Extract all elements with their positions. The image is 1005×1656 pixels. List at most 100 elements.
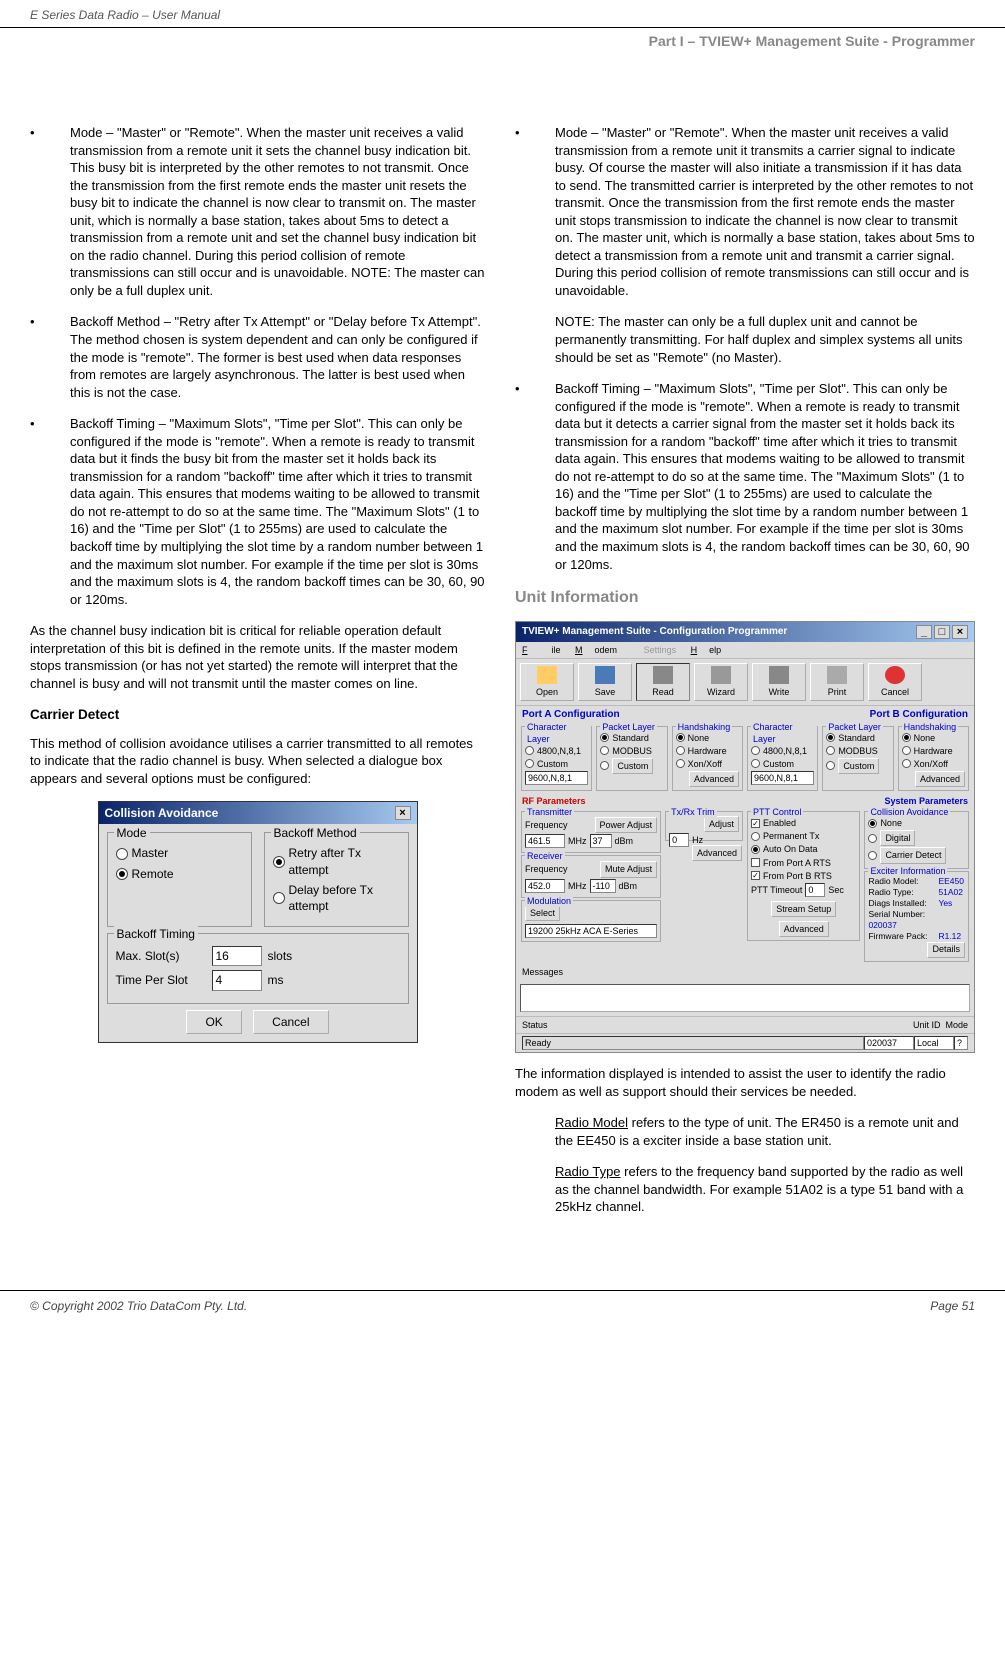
close-icon[interactable]: × — [952, 625, 968, 639]
receiver-group: Receiver Frequency Mute Adjust 452.0 MHz… — [521, 855, 661, 897]
radio-xonxoff[interactable]: Xon/Xoff — [676, 758, 739, 770]
bullet-text: Mode – "Master" or "Remote". When the ma… — [555, 124, 975, 299]
unit-information-heading: Unit Information — [515, 587, 975, 609]
collision-avoidance-group: Collision Avoidance None Digital Carrier… — [864, 811, 969, 868]
stream-setup-button[interactable]: Stream Setup — [771, 901, 836, 917]
select-button[interactable]: Select — [525, 905, 560, 921]
advanced-button[interactable]: Advanced — [915, 771, 965, 787]
txrx-trim-group: Tx/Rx Trim Adjust 0Hz — [665, 811, 743, 841]
ptt-control-group: PTT Control ✓Enabled Permanent Tx Auto O… — [747, 811, 860, 941]
menu-help[interactable]: Help — [691, 645, 722, 655]
modulation-display: 19200 25kHz ACA E-Series — [525, 924, 657, 938]
dialog-title: Collision Avoidance — [105, 805, 219, 821]
radio-4800[interactable]: 4800,N,8,1 — [525, 745, 588, 757]
cancel-button[interactable]: Cancel — [253, 1010, 328, 1034]
paragraph: Radio Type refers to the frequency band … — [515, 1163, 975, 1216]
unit-label: ms — [268, 972, 284, 988]
ptt-timeout-input[interactable]: 0 — [805, 883, 825, 897]
radio-custom[interactable]: Custom — [600, 758, 663, 774]
maxslots-label: Max. Slot(s) — [116, 948, 206, 964]
page-number: Page 51 — [930, 1299, 975, 1313]
tps-input[interactable]: 4 — [212, 970, 262, 990]
radio-remote[interactable]: Remote — [116, 866, 243, 882]
tx-freq-input[interactable]: 461.5 — [525, 834, 565, 848]
paragraph: This method of collision avoidance utili… — [30, 735, 485, 788]
tps-label: Time Per Slot — [116, 972, 206, 988]
radio-modbus[interactable]: MODBUS — [600, 745, 663, 757]
save-button[interactable]: Save — [578, 663, 632, 701]
open-button[interactable]: Open — [520, 663, 574, 701]
right-column: • Mode – "Master" or "Remote". When the … — [515, 124, 975, 1230]
bullet-text: Backoff Timing – "Maximum Slots", "Time … — [555, 380, 975, 573]
write-button[interactable]: Write — [752, 663, 806, 701]
bullet-item: • Mode – "Master" or "Remote". When the … — [30, 124, 485, 299]
port-a-header: Port A Configuration — [522, 708, 620, 722]
adjust-button[interactable]: Adjust — [704, 816, 739, 832]
maximize-icon[interactable]: □ — [934, 625, 950, 639]
status-bar-values: Ready 020037 Local ? — [516, 1033, 974, 1052]
details-button[interactable]: Details — [927, 942, 965, 958]
power-adjust-button[interactable]: Power Adjust — [595, 817, 658, 833]
radio-hardware[interactable]: Hardware — [676, 745, 739, 757]
advanced-button[interactable]: Advanced — [692, 845, 742, 861]
ok-button[interactable]: OK — [186, 1010, 241, 1034]
radio-standard[interactable]: Standard — [600, 732, 663, 744]
doc-title: E Series Data Radio – User Manual — [30, 8, 220, 22]
menu-file[interactable]: File — [522, 645, 561, 655]
close-icon[interactable]: × — [395, 806, 411, 820]
page-footer: © Copyright 2002 Trio DataCom Pty. Ltd. … — [0, 1290, 1005, 1321]
radio-custom[interactable]: Custom — [525, 758, 588, 770]
tview-app-screenshot: TVIEW+ Management Suite - Configuration … — [515, 621, 975, 1053]
char-input[interactable]: 9600,N,8,1 — [751, 771, 814, 785]
minimize-icon[interactable]: _ — [916, 625, 932, 639]
char-layer-b: Character Layer 9600,N,8,1 4800,N,8,1 Cu… — [747, 726, 818, 792]
char-input[interactable]: 9600,N,8,1 — [525, 771, 588, 785]
menu-settings[interactable]: Settings — [632, 645, 677, 655]
radio-retry[interactable]: Retry after Tx attempt — [273, 845, 400, 877]
menu-bar: File Modem Settings Help — [516, 642, 974, 659]
packet-layer-a: Packet Layer Standard MODBUS Custom — [596, 726, 667, 792]
radio-master[interactable]: Master — [116, 845, 243, 861]
backoff-timing-group: Backoff Timing Max. Slot(s) 16 slots Tim… — [107, 933, 409, 1003]
bullet-text: Backoff Timing – "Maximum Slots", "Time … — [70, 415, 485, 608]
unit-label: slots — [268, 948, 293, 964]
exciter-info-group: Exciter Information Radio Model:EE450 Ra… — [864, 871, 969, 962]
left-column: • Mode – "Master" or "Remote". When the … — [30, 124, 485, 1230]
handshaking-b: Handshaking None Hardware Xon/Xoff Advan… — [898, 726, 969, 792]
cancel-button[interactable]: Cancel — [868, 663, 922, 701]
bullet-item: • Backoff Timing – "Maximum Slots", "Tim… — [515, 380, 975, 573]
tx-power-input[interactable]: 37 — [590, 834, 612, 848]
backoff-method-group: Backoff Method Retry after Tx attempt De… — [264, 832, 409, 927]
rx-power-input[interactable]: -110 — [590, 879, 616, 893]
paragraph: The information displayed is intended to… — [515, 1065, 975, 1100]
maxslots-input[interactable]: 16 — [212, 946, 262, 966]
paragraph: Radio Model refers to the type of unit. … — [515, 1114, 975, 1149]
port-b-header: Port B Configuration — [870, 708, 968, 722]
toolbar: Open Save Read Wizard Write Print Cancel — [516, 659, 974, 706]
trim-input[interactable]: 0 — [669, 833, 689, 847]
wizard-button[interactable]: Wizard — [694, 663, 748, 701]
dialog-titlebar: Collision Avoidance × — [99, 802, 417, 824]
app-title: TVIEW+ Management Suite - Configuration … — [522, 625, 787, 639]
carrier-detect-heading: Carrier Detect — [30, 706, 485, 724]
messages-area — [520, 984, 970, 1012]
radio-delay[interactable]: Delay before Tx attempt — [273, 882, 400, 914]
advanced-button[interactable]: Advanced — [689, 771, 739, 787]
advanced-button[interactable]: Advanced — [779, 921, 829, 937]
bullet-text: Backoff Method – "Retry after Tx Attempt… — [70, 313, 485, 401]
group-label: Mode — [114, 825, 150, 841]
bullet-item: • Mode – "Master" or "Remote". When the … — [515, 124, 975, 299]
print-button[interactable]: Print — [810, 663, 864, 701]
radio-type-label: Radio Type — [555, 1164, 621, 1179]
bullet-item: • Backoff Method – "Retry after Tx Attem… — [30, 313, 485, 401]
group-label: Backoff Method — [271, 825, 360, 841]
page-header: E Series Data Radio – User Manual — [0, 0, 1005, 28]
mute-adjust-button[interactable]: Mute Adjust — [600, 861, 657, 877]
handshaking-a: Handshaking None Hardware Xon/Xoff Advan… — [672, 726, 743, 792]
section-subtitle: Part I – TVIEW+ Management Suite - Progr… — [0, 28, 1005, 54]
rx-freq-input[interactable]: 452.0 — [525, 879, 565, 893]
radio-model-label: Radio Model — [555, 1115, 628, 1130]
menu-modem[interactable]: Modem — [575, 645, 617, 655]
read-button[interactable]: Read — [636, 663, 690, 701]
radio-none[interactable]: None — [676, 732, 739, 744]
